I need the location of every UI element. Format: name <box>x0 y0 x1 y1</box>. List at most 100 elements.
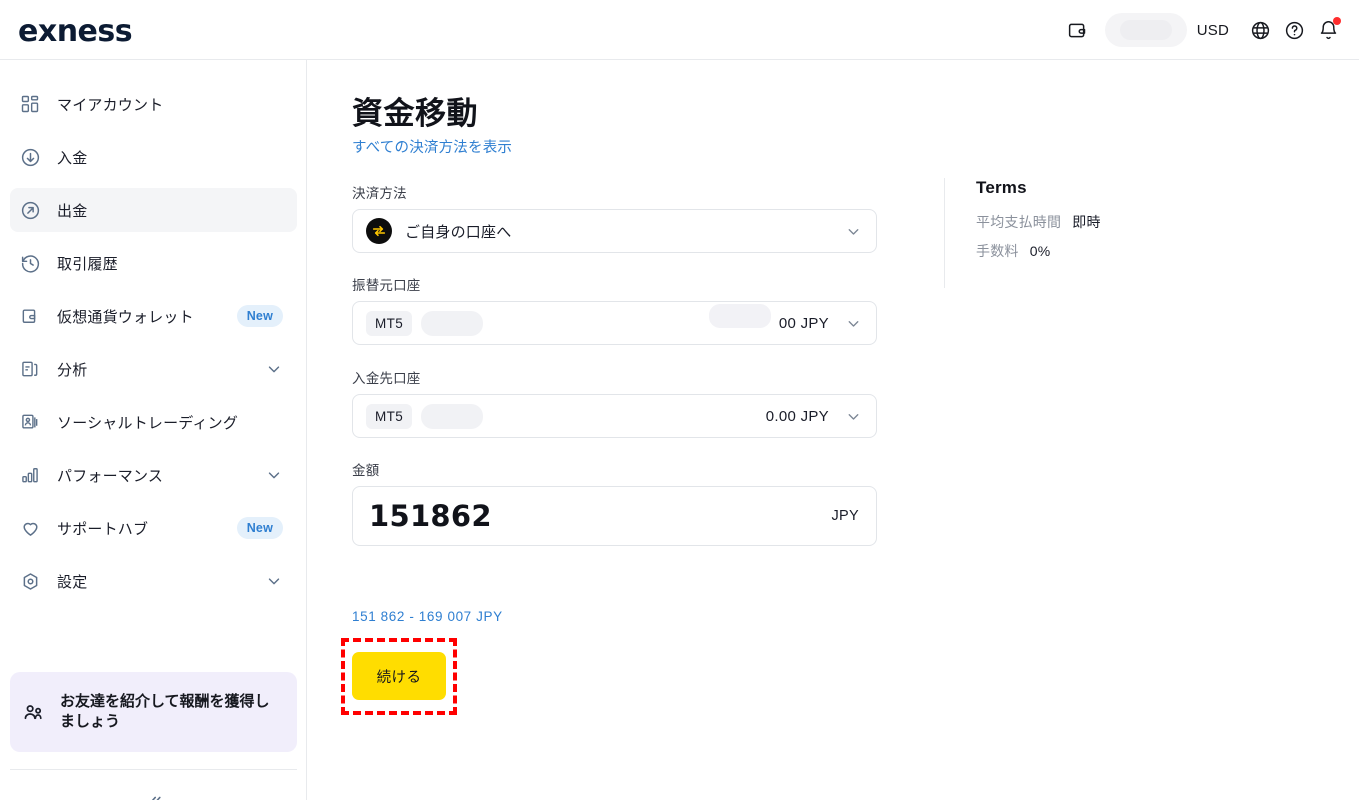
grid-icon <box>19 93 41 115</box>
to-account-balance: 0.00 JPY <box>765 407 829 425</box>
platform-badge: MT5 <box>366 403 413 429</box>
terms-key: 平均支払時間 <box>976 214 1062 230</box>
to-account-label: 入金先口座 <box>352 371 421 386</box>
exness-logo[interactable]: exness <box>18 14 133 49</box>
sidebar-item-label: マイアカウント <box>57 96 164 114</box>
sidebar-item-support-hub[interactable]: サポートハブ New <box>10 506 297 550</box>
main-content: 資金移動 すべての決済方法を表示 決済方法 ご自身の口座へ 振替元口座 MT5 … <box>307 60 1359 800</box>
notifications-bell-icon[interactable] <box>1311 13 1345 47</box>
transfer-swap-icon <box>366 218 392 244</box>
arrow-up-right-circle-icon <box>19 199 41 221</box>
sidebar-item-label: サポートハブ <box>57 520 149 538</box>
globe-icon[interactable] <box>1243 13 1277 47</box>
chevron-down-icon[interactable] <box>265 572 283 590</box>
payment-method-field: 決済方法 ご自身の口座へ <box>352 182 877 253</box>
amount-range-hint: 151 862 - 169 007 JPY <box>352 609 503 624</box>
terms-row: 平均支払時間 即時 <box>976 212 1244 232</box>
terms-panel: Terms 平均支払時間 即時 手数料 0% <box>944 178 1244 288</box>
sidebar-item-label: 出金 <box>57 202 88 220</box>
page-title: 資金移動 <box>352 96 478 131</box>
heart-icon <box>19 517 41 539</box>
sidebar-item-settings[interactable]: 設定 <box>10 559 297 603</box>
amount-label: 金額 <box>352 463 380 478</box>
amount-input-box[interactable]: 151862 JPY <box>352 486 877 546</box>
referral-text: お友達を紹介して報酬を獲得しましょう <box>60 692 270 730</box>
from-account-select[interactable]: MT5 00 JPY <box>352 301 877 345</box>
account-name-redacted <box>421 310 484 336</box>
from-account-field: 振替元口座 MT5 00 JPY <box>352 274 877 345</box>
chevron-down-icon[interactable] <box>845 223 862 240</box>
sidebar-item-my-account[interactable]: マイアカウント <box>10 82 297 126</box>
sidebar-item-label: 入金 <box>57 149 88 167</box>
sidebar-item-withdraw[interactable]: 出金 <box>10 188 297 232</box>
sidebar-collapse-button[interactable] <box>0 782 307 800</box>
balance-wrap: 00 JPY <box>709 303 829 332</box>
from-account-label: 振替元口座 <box>352 278 421 293</box>
redact-inner <box>1119 20 1172 40</box>
terms-value: 0% <box>1029 243 1051 259</box>
app-root: exness USD マイアカウント 入金 出金 取引履歴 仮想通貨ウォレット … <box>0 0 1359 800</box>
analysis-icon <box>19 358 41 380</box>
sidebar-item-right: New <box>236 305 283 327</box>
sidebar-item-label: ソーシャルトレーディング <box>57 414 239 432</box>
sidebar-item-right <box>265 360 283 378</box>
notification-dot <box>1333 17 1341 25</box>
account-name-redacted <box>421 403 484 429</box>
sidebar-nav: マイアカウント 入金 出金 取引履歴 仮想通貨ウォレット New 分析 ソーシャ… <box>0 82 307 612</box>
amount-currency: JPY <box>831 508 859 524</box>
sidebar-item-label: 設定 <box>57 573 88 591</box>
referral-banner[interactable]: お友達を紹介して報酬を獲得しましょう <box>10 672 297 752</box>
payment-method-label: 決済方法 <box>352 186 407 201</box>
sidebar-item-label: 取引履歴 <box>57 255 118 273</box>
terms-key: 手数料 <box>976 243 1019 259</box>
sidebar-item-right <box>265 572 283 590</box>
chevron-down-icon[interactable] <box>845 315 862 332</box>
bar-chart-icon <box>19 464 41 486</box>
sidebar-divider <box>10 769 297 770</box>
chevron-down-icon[interactable] <box>265 360 283 378</box>
continue-button[interactable]: 続ける <box>352 652 446 700</box>
people-icon <box>22 701 46 724</box>
chevron-down-icon[interactable] <box>265 466 283 484</box>
help-circle-icon[interactable] <box>1277 13 1311 47</box>
terms-row: 手数料 0% <box>976 241 1244 261</box>
sidebar-item-right: New <box>236 517 283 539</box>
sidebar-item-crypto-wallet[interactable]: 仮想通貨ウォレット New <box>10 294 297 338</box>
payment-method-value: ご自身の口座へ <box>405 223 512 241</box>
settings-hexagon-icon <box>19 570 41 592</box>
sidebar-item-transaction-history[interactable]: 取引履歴 <box>10 241 297 285</box>
sidebar-item-label: 分析 <box>57 361 88 379</box>
double-chevron-left-icon <box>151 796 161 800</box>
header-actions: USD <box>1061 0 1345 60</box>
sidebar-item-label: パフォーマンス <box>57 467 164 485</box>
sidebar-item-social-trading[interactable]: ソーシャルトレーディング <box>10 400 297 444</box>
all-payment-methods-link[interactable]: すべての決済方法を表示 <box>352 136 512 157</box>
amount-input[interactable]: 151862 <box>369 499 492 533</box>
sidebar-item-analysis[interactable]: 分析 <box>10 347 297 391</box>
sidebar-item-performance[interactable]: パフォーマンス <box>10 453 297 497</box>
platform-badge: MT5 <box>366 310 413 336</box>
history-clock-icon <box>19 252 41 274</box>
from-account-balance: 00 JPY <box>778 314 829 332</box>
currency-label[interactable]: USD <box>1197 22 1229 39</box>
sidebar-item-right <box>265 466 283 484</box>
sidebar: マイアカウント 入金 出金 取引履歴 仮想通貨ウォレット New 分析 ソーシャ… <box>0 60 307 800</box>
to-account-select[interactable]: MT5 0.00 JPY <box>352 394 877 438</box>
account-redacted-region[interactable] <box>1104 13 1187 47</box>
amount-field: 金額 151862 JPY <box>352 459 877 546</box>
new-badge: New <box>236 517 283 539</box>
to-account-field: 入金先口座 MT5 0.00 JPY <box>352 367 877 438</box>
arrow-down-circle-icon <box>19 146 41 168</box>
payment-method-select[interactable]: ご自身の口座へ <box>352 209 877 253</box>
terms-title: Terms <box>976 178 1027 197</box>
sidebar-item-deposit[interactable]: 入金 <box>10 135 297 179</box>
terms-value: 即時 <box>1072 214 1101 230</box>
balance-wrap: 0.00 JPY <box>766 408 829 425</box>
chevron-down-icon[interactable] <box>845 408 862 425</box>
sidebar-item-label: 仮想通貨ウォレット <box>57 308 194 326</box>
crypto-wallet-icon <box>19 305 41 327</box>
wallet-icon[interactable] <box>1061 13 1095 47</box>
new-badge: New <box>236 305 283 327</box>
top-header: exness USD <box>0 0 1359 60</box>
balance-redacted <box>709 303 771 328</box>
